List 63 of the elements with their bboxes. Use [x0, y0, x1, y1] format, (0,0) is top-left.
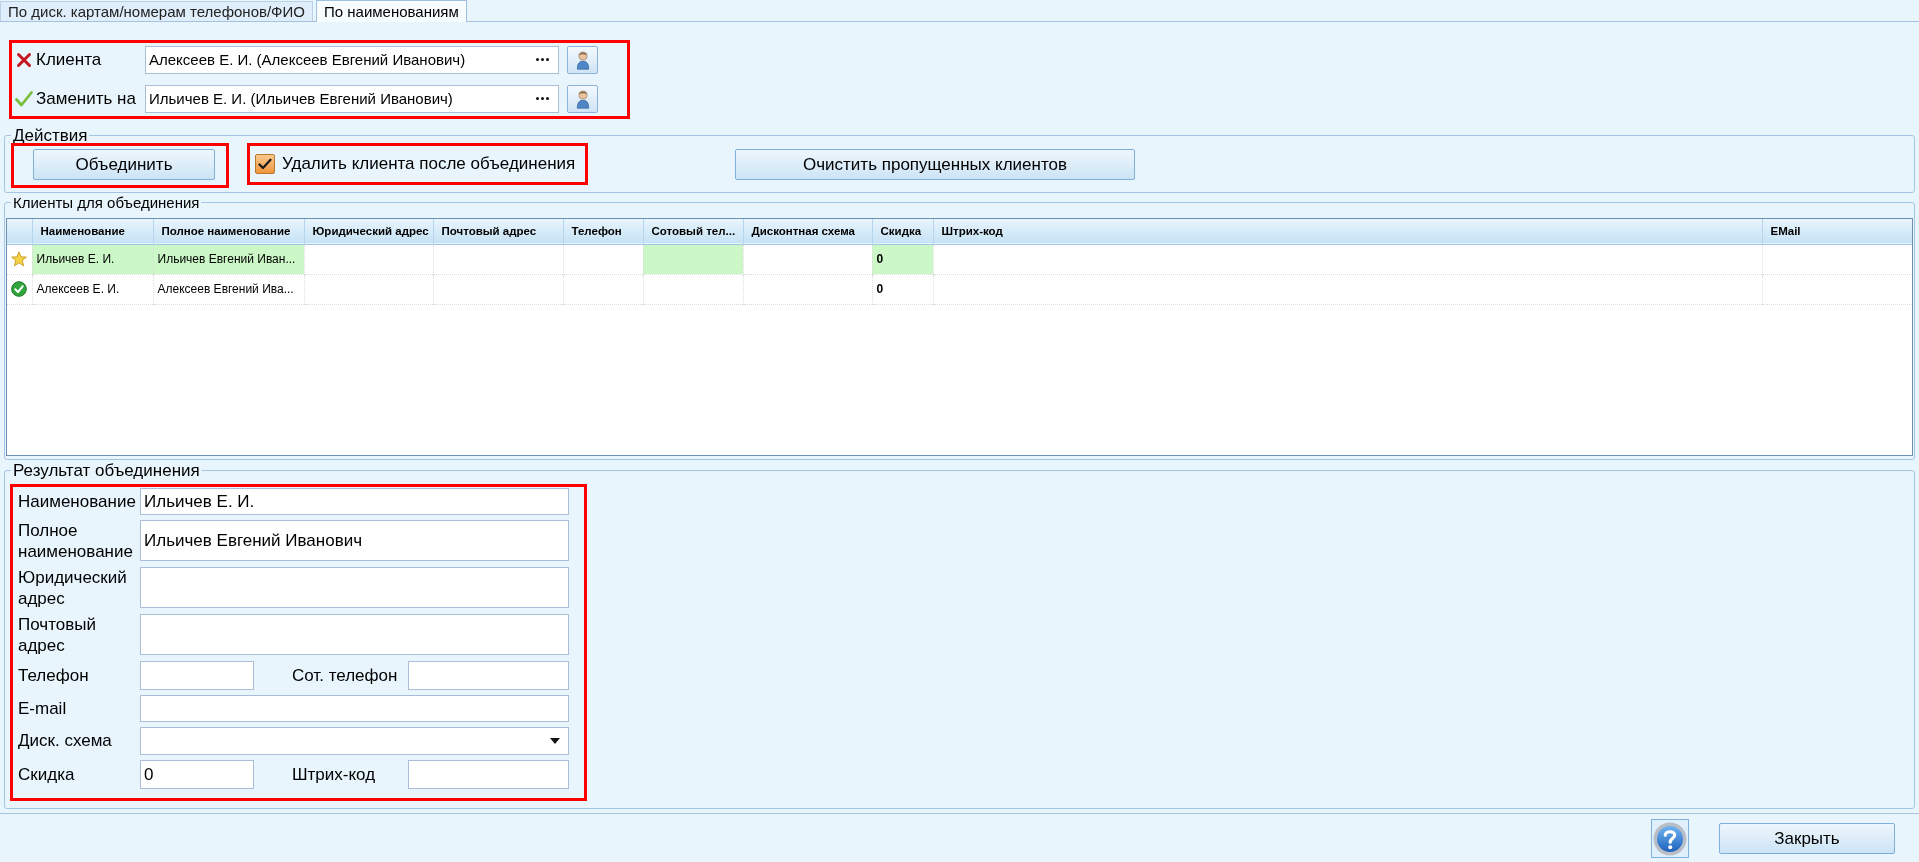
column-header[interactable]: Телефон [563, 219, 643, 244]
merge-button[interactable]: Объединить [33, 149, 215, 180]
group-title: Действия [12, 126, 89, 145]
check-icon [15, 90, 33, 107]
help-icon [1653, 821, 1687, 856]
column-header[interactable]: Наименование [32, 219, 153, 244]
input-field[interactable] [140, 614, 569, 655]
person-button[interactable] [567, 84, 598, 113]
column-header[interactable]: Полное наименование [153, 219, 304, 244]
column-header[interactable]: Юридический адрес [304, 219, 433, 244]
help-button[interactable] [1651, 819, 1689, 858]
column-header[interactable]: Штрих-код [933, 219, 1762, 244]
cross-icon [16, 51, 32, 68]
column-header[interactable]: EMail [1762, 219, 1912, 244]
check-circle-icon [11, 281, 27, 297]
field-label: Телефон [18, 664, 89, 686]
field-label: Заменить на [36, 88, 137, 109]
field-label: Штрих-код [292, 764, 377, 785]
checkbox[interactable] [255, 154, 275, 174]
close-button[interactable]: Закрыть [1719, 823, 1895, 854]
field-label: Полное наименование [18, 520, 133, 562]
field-label: Скидка [18, 763, 75, 785]
field-label: Почтовый адрес [18, 614, 96, 656]
clear-button[interactable]: Очистить пропущенных клиентов [735, 149, 1135, 180]
input-field[interactable] [408, 661, 569, 690]
input-field[interactable]: Ильичев Е. И. [140, 488, 569, 515]
star-icon [11, 251, 27, 267]
input-field[interactable] [140, 695, 569, 722]
column-header[interactable]: Почтовый адрес [433, 219, 563, 244]
caret-icon [550, 738, 560, 744]
input-field[interactable] [140, 567, 569, 608]
tab[interactable]: По диск. картам/номерам телефонов/ФИО [0, 1, 313, 21]
column-header[interactable]: Дисконтная схема [743, 219, 872, 244]
input-field[interactable] [408, 760, 569, 789]
table-cell: 0 [872, 244, 933, 274]
person-icon [575, 88, 590, 109]
table-cell: 0 [872, 274, 933, 304]
ellipsis-icon [535, 58, 549, 61]
group-title: Результат объединения [12, 461, 201, 480]
field-label: E-mail [18, 697, 67, 719]
field-label: Клиента [36, 49, 103, 70]
person-button[interactable] [567, 45, 598, 74]
field-label: Наименование [18, 490, 136, 512]
table-cell: Алексеев Евгений Ива... [153, 274, 304, 304]
field-label: Юридический адрес [18, 567, 127, 609]
table-cell: Ильичев Е. И. [32, 244, 153, 274]
person-icon [575, 49, 590, 70]
field-label: Диск. схема [18, 730, 112, 751]
column-header[interactable]: Сотовый тел... [643, 219, 743, 244]
client-field[interactable]: Алексеев Е. И. (Алексеев Евгений Иванович) [145, 45, 559, 74]
input-field[interactable]: Ильичев Евгений Иванович [140, 520, 569, 561]
client-field[interactable]: Ильичев Е. И. (Ильичев Евгений Иванович) [145, 84, 559, 113]
input-field[interactable]: 0 [140, 760, 254, 789]
input-field[interactable] [140, 661, 254, 690]
group-title: Клиенты для объединения [12, 194, 201, 211]
table-cell: Алексеев Е. И. [32, 274, 153, 304]
ellipsis-icon [535, 97, 549, 100]
field-label: Сот. телефон [292, 665, 399, 686]
table-cell: Ильичев Евгений Иван... [153, 244, 304, 274]
tab[interactable]: По наименованиям [316, 0, 467, 22]
checkbox-label: Удалить клиента после объединения [282, 154, 576, 174]
select-field[interactable] [140, 727, 569, 755]
column-header[interactable]: Скидка [872, 219, 933, 244]
